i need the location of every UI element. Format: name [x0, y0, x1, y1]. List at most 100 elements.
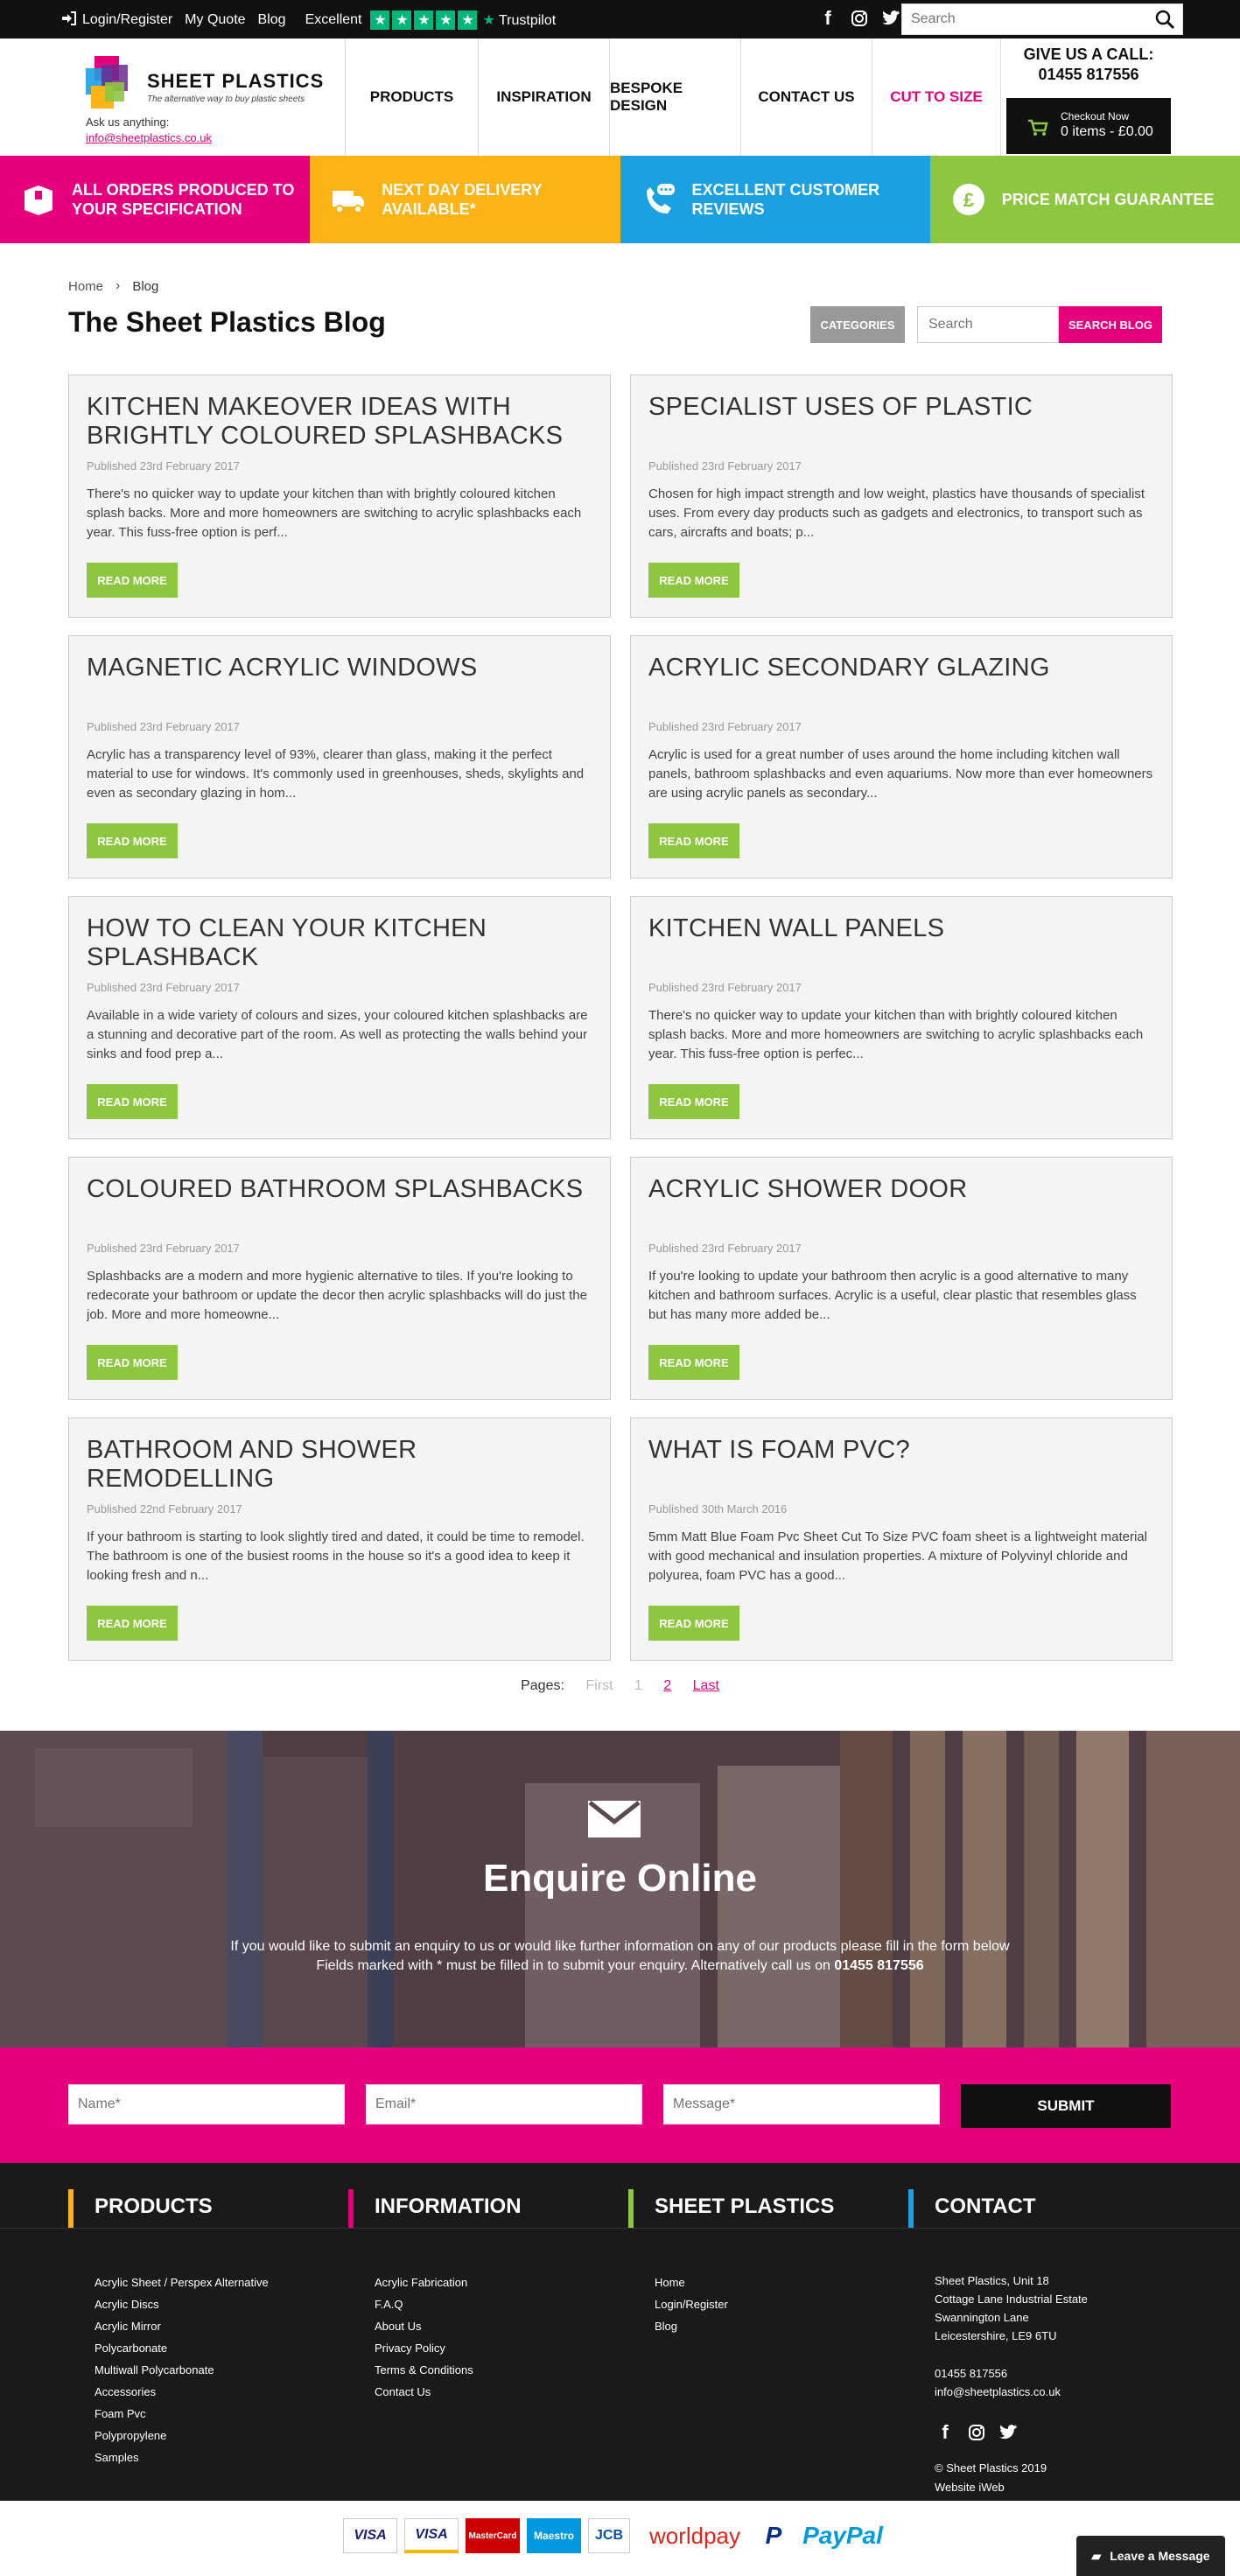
blog-post-card: BATHROOM AND SHOWER REMODELLING Publishe… [68, 1418, 611, 1661]
blog-link[interactable]: Blog [258, 12, 286, 28]
visa-icon: VISA [343, 2518, 397, 2553]
blog-post-card: ACRYLIC SHOWER DOOR Published 23rd Febru… [630, 1157, 1173, 1400]
footer-link[interactable]: Privacy Policy [375, 2337, 473, 2359]
read-more-button[interactable]: READ MORE [648, 1606, 739, 1641]
login-link[interactable]: Login/Register [82, 12, 172, 28]
worldpay-icon: worldpay [637, 2518, 753, 2553]
twitter-icon[interactable] [998, 2422, 1019, 2443]
footer-email[interactable]: info@sheetplastics.co.uk [935, 2383, 1088, 2401]
address-line: Cottage Lane Industrial Estate [935, 2292, 1088, 2306]
post-title[interactable]: HOW TO CLEAN YOUR KITCHEN SPLASHBACK [87, 914, 592, 976]
read-more-button[interactable]: READ MORE [648, 1084, 739, 1119]
nav-bespoke-design[interactable]: BESPOKE DESIGN [609, 38, 740, 156]
post-excerpt: 5mm Matt Blue Foam Pvc Sheet Cut To Size… [648, 1530, 1147, 1583]
blog-post-card: WHAT IS FOAM PVC? Published 30th March 2… [630, 1418, 1173, 1661]
breadcrumb: Home › Blog [68, 278, 158, 294]
cart-summary: 0 items - £0.00 [1061, 124, 1153, 139]
read-more-button[interactable]: READ MORE [648, 823, 739, 858]
footer-link[interactable]: Terms & Conditions [375, 2359, 473, 2381]
read-more-button[interactable]: READ MORE [87, 1606, 178, 1641]
read-more-button[interactable]: READ MORE [87, 1345, 178, 1380]
footer-link[interactable]: Foam Pvc [95, 2403, 269, 2425]
phone-chat-icon [646, 184, 675, 214]
name-field-wrap [68, 2084, 345, 2124]
read-more-button[interactable]: READ MORE [87, 1084, 178, 1119]
trustpilot-star-icon: ★ [482, 13, 495, 28]
blog-post-grid: KITCHEN MAKEOVER IDEAS WITH BRIGHTLY COL… [68, 374, 1173, 1661]
post-date: Published 23rd February 2017 [648, 720, 802, 733]
categories-button[interactable]: CATEGORIES [810, 306, 905, 343]
post-title[interactable]: ACRYLIC SECONDARY GLAZING [648, 654, 1154, 715]
enquire-text: If you would like to submit an enquiry t… [230, 1939, 1010, 1954]
footer-link[interactable]: Login/Register [655, 2293, 728, 2315]
footer-link[interactable]: Accessories [95, 2381, 269, 2403]
credit-link[interactable]: Website iWeb [935, 2478, 1047, 2497]
site-header: SHEET PLASTICS The alternative way to bu… [0, 38, 1240, 156]
read-more-button[interactable]: READ MORE [648, 1345, 739, 1380]
post-title[interactable]: WHAT IS FOAM PVC? [648, 1436, 1154, 1497]
post-title[interactable]: COLOURED BATHROOM SPLASHBACKS [87, 1175, 592, 1236]
email-field[interactable] [367, 2085, 641, 2124]
ask-email-link[interactable]: info@sheetplastics.co.uk [86, 131, 212, 144]
search-icon[interactable] [1154, 9, 1175, 30]
submit-button[interactable]: SUBMIT [961, 2084, 1171, 2128]
login-icon[interactable] [61, 10, 77, 30]
footer-link[interactable]: Acrylic Fabrication [375, 2272, 473, 2293]
name-field[interactable] [69, 2085, 344, 2124]
message-field[interactable] [664, 2085, 939, 2124]
read-more-button[interactable]: READ MORE [87, 823, 178, 858]
post-title[interactable]: MAGNETIC ACRYLIC WINDOWS [87, 654, 592, 715]
blog-post-card: KITCHEN MAKEOVER IDEAS WITH BRIGHTLY COL… [68, 374, 611, 618]
rating-label: Excellent [305, 12, 362, 27]
pagination-page-2[interactable]: 2 [663, 1678, 671, 1693]
top-bar: Login/Register My Quote Blog Excellent ★… [0, 0, 1240, 38]
read-more-button[interactable]: READ MORE [648, 563, 739, 598]
enquire-title: Enquire Online [483, 1857, 757, 1900]
social-links: f [817, 7, 901, 30]
trustpilot-logo[interactable]: ★ Trustpilot [482, 11, 568, 29]
call-number[interactable]: 01455 817556 [1006, 66, 1171, 84]
footer-link[interactable]: Multiwall Polycarbonate [95, 2359, 269, 2381]
ask-label: Ask us anything: [86, 116, 170, 129]
nav-inspiration[interactable]: INSPIRATION [478, 38, 609, 156]
footer-link[interactable]: Acrylic Discs [95, 2293, 269, 2315]
pagination-last[interactable]: Last [693, 1678, 719, 1693]
search-blog-button[interactable]: SEARCH BLOG [1059, 306, 1162, 343]
breadcrumb-home[interactable]: Home [68, 279, 103, 294]
footer-accent [628, 2189, 634, 2228]
instagram-icon[interactable] [849, 7, 870, 30]
facebook-icon[interactable]: f [935, 2421, 956, 2443]
footer-link[interactable]: Home [655, 2272, 728, 2293]
twitter-icon[interactable] [880, 7, 901, 30]
footer-link[interactable]: About Us [375, 2315, 473, 2337]
footer-link[interactable]: Contact Us [375, 2381, 473, 2403]
footer-phone[interactable]: 01455 817556 [935, 2364, 1088, 2383]
post-title[interactable]: KITCHEN MAKEOVER IDEAS WITH BRIGHTLY COL… [87, 393, 592, 454]
mastercard-icon: MasterCard [466, 2518, 520, 2553]
post-title[interactable]: KITCHEN WALL PANELS [648, 914, 1154, 976]
instagram-icon[interactable] [966, 2422, 987, 2443]
footer-link[interactable]: F.A.Q [375, 2293, 473, 2315]
nav-contact-us[interactable]: CONTACT US [740, 38, 872, 156]
checkout-button[interactable]: Checkout Now 0 items - £0.00 [1006, 98, 1171, 154]
read-more-button[interactable]: READ MORE [87, 563, 178, 598]
leave-message-button[interactable]: ▰ Leave a Message [1076, 2536, 1225, 2576]
footer-link[interactable]: Polycarbonate [95, 2337, 269, 2359]
footer-link[interactable]: Polypropylene [95, 2425, 269, 2446]
nav-products[interactable]: PRODUCTS [345, 38, 478, 156]
footer-link[interactable]: Samples [95, 2446, 269, 2468]
search-input[interactable] [902, 4, 1138, 34]
footer-link[interactable]: Acrylic Mirror [95, 2315, 269, 2337]
main-nav: PRODUCTS INSPIRATION BESPOKE DESIGN CONT… [345, 38, 1001, 156]
footer-link[interactable]: Blog [655, 2315, 728, 2337]
post-title[interactable]: BATHROOM AND SHOWER REMODELLING [87, 1436, 592, 1497]
post-title[interactable]: SPECIALIST USES OF PLASTIC [648, 393, 1154, 454]
blog-search-input[interactable] [918, 307, 1058, 342]
nav-cut-to-size[interactable]: CUT TO SIZE [872, 38, 1001, 156]
footer-link[interactable]: Acrylic Sheet / Perspex Alternative [95, 2272, 269, 2293]
quote-link[interactable]: My Quote [185, 12, 245, 28]
post-title[interactable]: ACRYLIC SHOWER DOOR [648, 1175, 1154, 1236]
enquire-phone[interactable]: 01455 817556 [834, 1958, 923, 1973]
facebook-icon[interactable]: f [817, 7, 838, 30]
trustpilot-stars[interactable]: ★ ★ ★ ★ ★ [370, 10, 478, 30]
